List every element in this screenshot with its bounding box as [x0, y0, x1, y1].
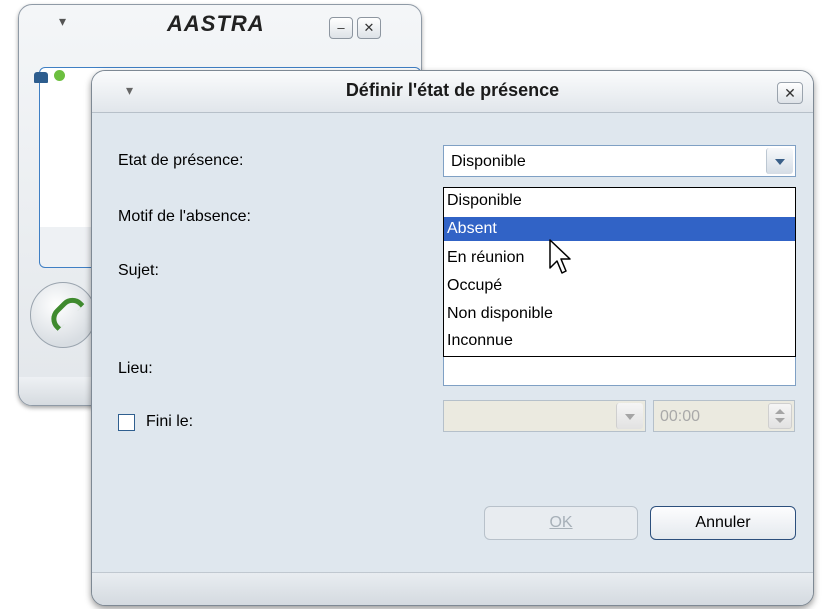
dropdown-option-unknown[interactable]: Inconnue [444, 329, 795, 353]
end-time-field: 00:00 [653, 400, 795, 432]
end-time-value: 00:00 [660, 408, 701, 425]
dialog-footer [92, 572, 813, 605]
aastra-logo: AASTRA [167, 11, 265, 36]
ok-button-label: OK [549, 514, 573, 531]
dialog-close-button[interactable]: ✕ [777, 82, 803, 104]
chevron-down-icon[interactable] [766, 148, 793, 174]
ok-button: OK [484, 506, 638, 540]
presence-state-label: Etat de présence: [118, 152, 244, 169]
minimize-button[interactable]: – [329, 17, 353, 39]
aastra-titlebar: ▾ AASTRA – ✕ [19, 5, 421, 45]
spin-down-icon [775, 418, 785, 423]
absence-reason-label: Motif de l'absence: [118, 208, 251, 225]
chevron-down-icon [616, 403, 643, 429]
presence-state-select[interactable]: Disponible [443, 145, 796, 177]
location-input[interactable] [443, 352, 796, 386]
dialog-titlebar: ▾ Définir l'état de présence ✕ [92, 71, 813, 113]
mouse-cursor-icon [549, 239, 571, 274]
close-icon: ✕ [363, 20, 375, 35]
dropdown-option-busy[interactable]: Occupé [444, 274, 795, 298]
minimize-icon: – [337, 20, 345, 35]
dropdown-option-absent[interactable]: Absent [444, 217, 795, 241]
cancel-button[interactable]: Annuler [650, 506, 796, 540]
spin-up-icon [775, 409, 785, 414]
dropdown-option-in-meeting[interactable]: En réunion [444, 246, 795, 270]
end-date-select [443, 400, 646, 432]
presence-dropdown-list: Disponible Absent En réunion Occupé Non … [443, 187, 796, 357]
presence-state-value: Disponible [451, 153, 526, 170]
time-spinner [768, 403, 792, 429]
window-menu-icon[interactable]: ▾ [59, 13, 66, 30]
subject-label: Sujet: [118, 262, 159, 279]
dropdown-option-unavailable[interactable]: Non disponible [444, 302, 795, 326]
finished-checkbox[interactable] [118, 414, 135, 431]
close-icon: ✕ [784, 85, 796, 101]
dropdown-option-available[interactable]: Disponible [444, 189, 795, 213]
main-close-button[interactable]: ✕ [357, 17, 381, 39]
finished-label: Fini le: [146, 413, 194, 430]
location-label: Lieu: [118, 360, 153, 377]
user-status-icon [54, 70, 65, 81]
dialog-title: Définir l'état de présence [345, 80, 560, 100]
phone-icon [34, 72, 48, 83]
